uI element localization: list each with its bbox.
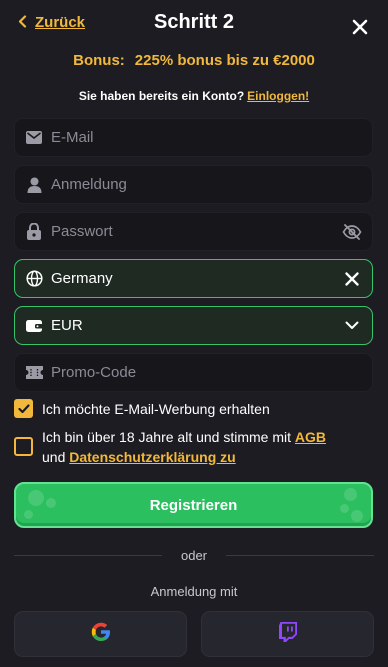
decor-dot [46,498,56,508]
username-input[interactable] [51,176,372,193]
header: Zurück Schritt 2 [0,0,388,48]
close-icon[interactable] [352,19,368,35]
promo-field[interactable] [14,353,373,392]
ticket-icon [25,364,43,382]
password-field[interactable] [14,212,373,251]
envelope-icon [25,129,43,147]
email-field[interactable] [14,118,373,157]
google-icon [91,622,111,647]
password-input[interactable] [51,223,342,240]
decor-dot [351,510,363,522]
terms-prefix: Ich bin über 18 Jahre alt und stimme mit [42,429,292,445]
decor-dot [344,488,357,501]
promo-input[interactable] [51,364,372,381]
username-field[interactable] [14,165,373,204]
bonus-banner: Bonus: 225% bonus bis zu €2000 [0,52,388,69]
social-login-label: Anmeldung mit [150,584,238,599]
terms-text: Ich bin über 18 Jahre alt und stimme mit… [42,427,326,467]
decor-dot [340,504,349,513]
chevron-down-icon[interactable] [342,316,362,336]
register-label: Registrieren [149,496,238,514]
twitch-icon [278,621,297,647]
login-link[interactable]: Einloggen! [247,89,309,103]
divider-label-wrap: oder [0,548,388,563]
marketing-label: Ich möchte E-Mail-Werbung erhalten [42,401,270,417]
currency-select[interactable]: EUR [14,306,373,345]
twitch-login-button[interactable] [201,611,374,657]
register-button[interactable]: Registrieren [14,482,373,528]
account-question: Sie haben bereits ein Konto? [78,89,245,103]
checkbox-empty-icon[interactable] [14,437,33,456]
lock-icon [25,223,43,241]
agb-link[interactable]: AGB [295,429,326,445]
decor-dot [28,490,44,506]
terms-and: und [42,449,66,465]
bonus-label: Bonus: [73,52,125,69]
page-title: Schritt 2 [153,11,235,33]
marketing-checkbox[interactable]: Ich möchte E-Mail-Werbung erhalten [14,399,270,419]
clear-icon[interactable] [342,269,362,289]
currency-value: EUR [51,317,83,334]
country-value: Germany [51,270,113,287]
country-select[interactable]: Germany [14,259,373,298]
terms-checkbox[interactable]: Ich bin über 18 Jahre alt und stimme mit… [14,427,364,467]
google-login-button[interactable] [14,611,187,657]
divider-label: oder [170,548,218,563]
email-input[interactable] [51,129,372,146]
bonus-text: 225% bonus bis zu €2000 [134,52,315,69]
globe-icon [25,270,43,288]
decor-dot [24,510,33,519]
wallet-icon [25,317,43,335]
checkbox-checked-icon[interactable] [14,399,33,418]
privacy-link[interactable]: Datenschutzerklärung zu [69,449,235,465]
eye-off-icon[interactable] [342,222,362,242]
user-icon [25,176,43,194]
account-prompt: Sie haben bereits ein Konto? Einloggen! [0,89,388,103]
